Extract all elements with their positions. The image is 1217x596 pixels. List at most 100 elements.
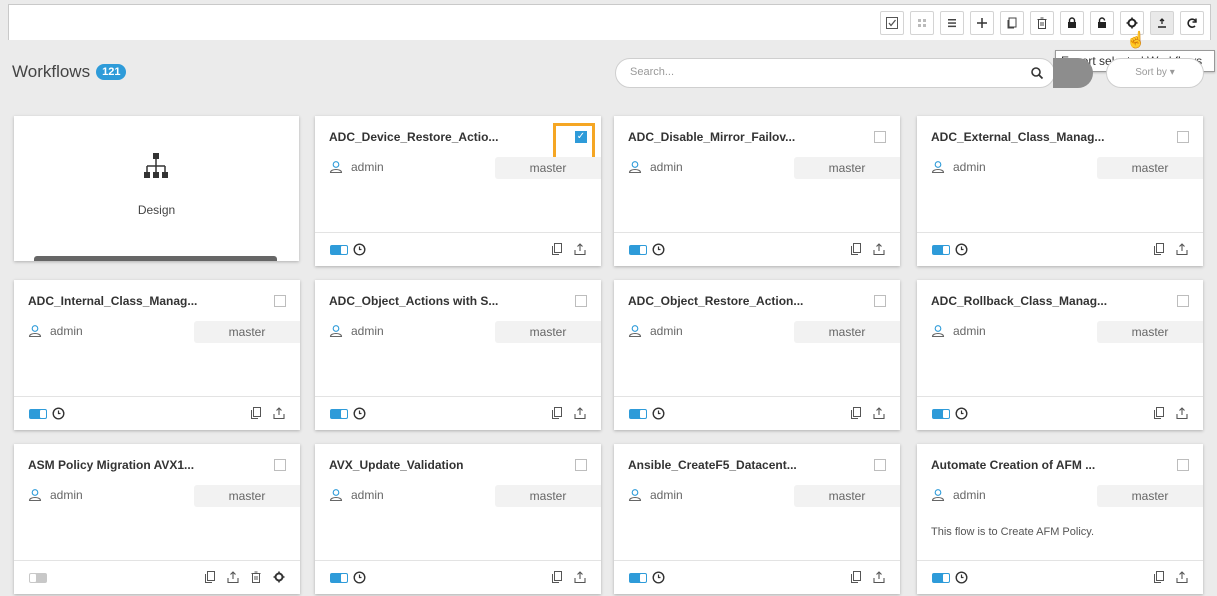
refresh-icon[interactable] — [1180, 11, 1204, 35]
enable-toggle[interactable] — [330, 573, 348, 583]
workflow-name[interactable]: Ansible_CreateF5_Datacent... — [628, 458, 797, 472]
workflow-name[interactable]: ASM Policy Migration AVX1... — [28, 458, 194, 472]
workflow-name[interactable]: ADC_Object_Actions with S... — [329, 294, 498, 308]
clock-icon[interactable] — [955, 243, 968, 256]
duplicate-icon[interactable] — [1152, 406, 1166, 420]
duplicate-icon[interactable] — [849, 570, 863, 584]
duplicate-icon[interactable] — [1152, 242, 1166, 256]
clock-icon[interactable] — [353, 571, 366, 584]
workflow-card[interactable]: Ansible_CreateF5_Datacent... admin master — [614, 444, 900, 594]
export-icon[interactable] — [272, 406, 286, 420]
copy-icon[interactable] — [1000, 11, 1024, 35]
card-footer — [917, 396, 1203, 430]
enable-toggle[interactable] — [29, 573, 47, 583]
search-input[interactable]: Search... — [615, 58, 1055, 88]
search-icon[interactable] — [1030, 66, 1044, 80]
workflow-name[interactable]: ADC_External_Class_Manag... — [931, 130, 1104, 144]
workflow-name[interactable]: AVX_Update_Validation — [329, 458, 463, 472]
duplicate-icon[interactable] — [849, 406, 863, 420]
duplicate-icon[interactable] — [849, 242, 863, 256]
filter-button[interactable] — [1053, 58, 1093, 88]
workflow-owner: admin — [628, 160, 683, 174]
unlock-icon[interactable] — [1090, 11, 1114, 35]
workflow-checkbox[interactable] — [874, 459, 886, 471]
workflow-checkbox[interactable]: ✓ — [575, 131, 587, 143]
workflow-checkbox[interactable] — [1177, 459, 1189, 471]
owner-name: admin — [351, 324, 384, 338]
clock-icon[interactable] — [955, 407, 968, 420]
duplicate-icon[interactable] — [550, 406, 564, 420]
list-view-icon[interactable] — [940, 11, 964, 35]
workflow-name[interactable]: ADC_Object_Restore_Action... — [628, 294, 803, 308]
enable-toggle[interactable] — [629, 573, 647, 583]
workflow-card[interactable]: ADC_Internal_Class_Manag... admin master — [14, 280, 300, 430]
duplicate-icon[interactable] — [203, 570, 217, 584]
clock-icon[interactable] — [652, 571, 665, 584]
workflow-checkbox[interactable] — [874, 131, 886, 143]
select-all-icon[interactable] — [880, 11, 904, 35]
duplicate-icon[interactable] — [550, 570, 564, 584]
export-icon[interactable] — [1175, 406, 1189, 420]
workflow-name[interactable]: ADC_Internal_Class_Manag... — [28, 294, 197, 308]
workflow-checkbox[interactable] — [575, 295, 587, 307]
workflow-checkbox[interactable] — [274, 295, 286, 307]
delete-icon[interactable] — [249, 570, 263, 584]
duplicate-icon[interactable] — [550, 242, 564, 256]
export-icon[interactable] — [872, 570, 886, 584]
workflow-checkbox[interactable] — [274, 459, 286, 471]
export-icon[interactable] — [573, 570, 587, 584]
enable-toggle[interactable] — [932, 245, 950, 255]
grid-view-icon[interactable] — [910, 11, 934, 35]
export-icon[interactable] — [573, 242, 587, 256]
add-icon[interactable] — [970, 11, 994, 35]
export-icon[interactable] — [1150, 11, 1174, 35]
enable-toggle[interactable] — [330, 245, 348, 255]
clock-icon[interactable] — [652, 243, 665, 256]
workflow-checkbox[interactable] — [1177, 295, 1189, 307]
workflow-card[interactable]: ADC_Device_Restore_Actio... ✓ admin master — [315, 116, 601, 266]
workflow-checkbox[interactable] — [874, 295, 886, 307]
clock-icon[interactable] — [353, 407, 366, 420]
workflow-card[interactable]: ADC_Object_Actions with S... admin master — [315, 280, 601, 430]
workflow-card[interactable]: ASM Policy Migration AVX1... admin master — [14, 444, 300, 594]
enable-toggle[interactable] — [932, 573, 950, 583]
sort-button[interactable]: Sort by ▾ — [1106, 58, 1204, 88]
enable-toggle[interactable] — [932, 409, 950, 419]
workflow-card[interactable]: Automate Creation of AFM ... admin master T… — [917, 444, 1203, 594]
clock-icon[interactable] — [652, 407, 665, 420]
lock-icon[interactable] — [1060, 11, 1084, 35]
workflow-card[interactable]: AVX_Update_Validation admin master — [315, 444, 601, 594]
user-icon — [628, 489, 642, 502]
export-icon[interactable] — [226, 570, 240, 584]
workflow-name[interactable]: ADC_Rollback_Class_Manag... — [931, 294, 1107, 308]
card-actions — [203, 570, 286, 584]
workflow-card[interactable]: ADC_External_Class_Manag... admin master — [917, 116, 1203, 266]
export-icon[interactable] — [872, 406, 886, 420]
export-icon[interactable] — [872, 242, 886, 256]
design-card[interactable]: Design — [14, 116, 299, 261]
workflow-name[interactable]: ADC_Device_Restore_Actio... — [329, 130, 498, 144]
gear-icon[interactable] — [272, 570, 286, 584]
export-icon[interactable] — [1175, 242, 1189, 256]
clock-icon[interactable] — [353, 243, 366, 256]
clock-icon[interactable] — [52, 407, 65, 420]
workflow-card[interactable]: ADC_Object_Restore_Action... admin master — [614, 280, 900, 430]
workflow-name[interactable]: ADC_Disable_Mirror_Failov... — [628, 130, 795, 144]
enable-toggle[interactable] — [629, 245, 647, 255]
duplicate-icon[interactable] — [249, 406, 263, 420]
owner-name: admin — [953, 324, 986, 338]
workflow-checkbox[interactable] — [1177, 131, 1189, 143]
workflow-name[interactable]: Automate Creation of AFM ... — [931, 458, 1095, 472]
workflow-card[interactable]: ADC_Rollback_Class_Manag... admin master — [917, 280, 1203, 430]
export-icon[interactable] — [1175, 570, 1189, 584]
workflow-card[interactable]: ADC_Disable_Mirror_Failov... admin master — [614, 116, 900, 266]
clock-icon[interactable] — [955, 571, 968, 584]
enable-toggle[interactable] — [330, 409, 348, 419]
enable-toggle[interactable] — [29, 409, 47, 419]
enable-toggle[interactable] — [629, 409, 647, 419]
workflow-checkbox[interactable] — [575, 459, 587, 471]
delete-icon[interactable] — [1030, 11, 1054, 35]
export-icon[interactable] — [573, 406, 587, 420]
branch-badge: master — [1097, 485, 1203, 507]
duplicate-icon[interactable] — [1152, 570, 1166, 584]
